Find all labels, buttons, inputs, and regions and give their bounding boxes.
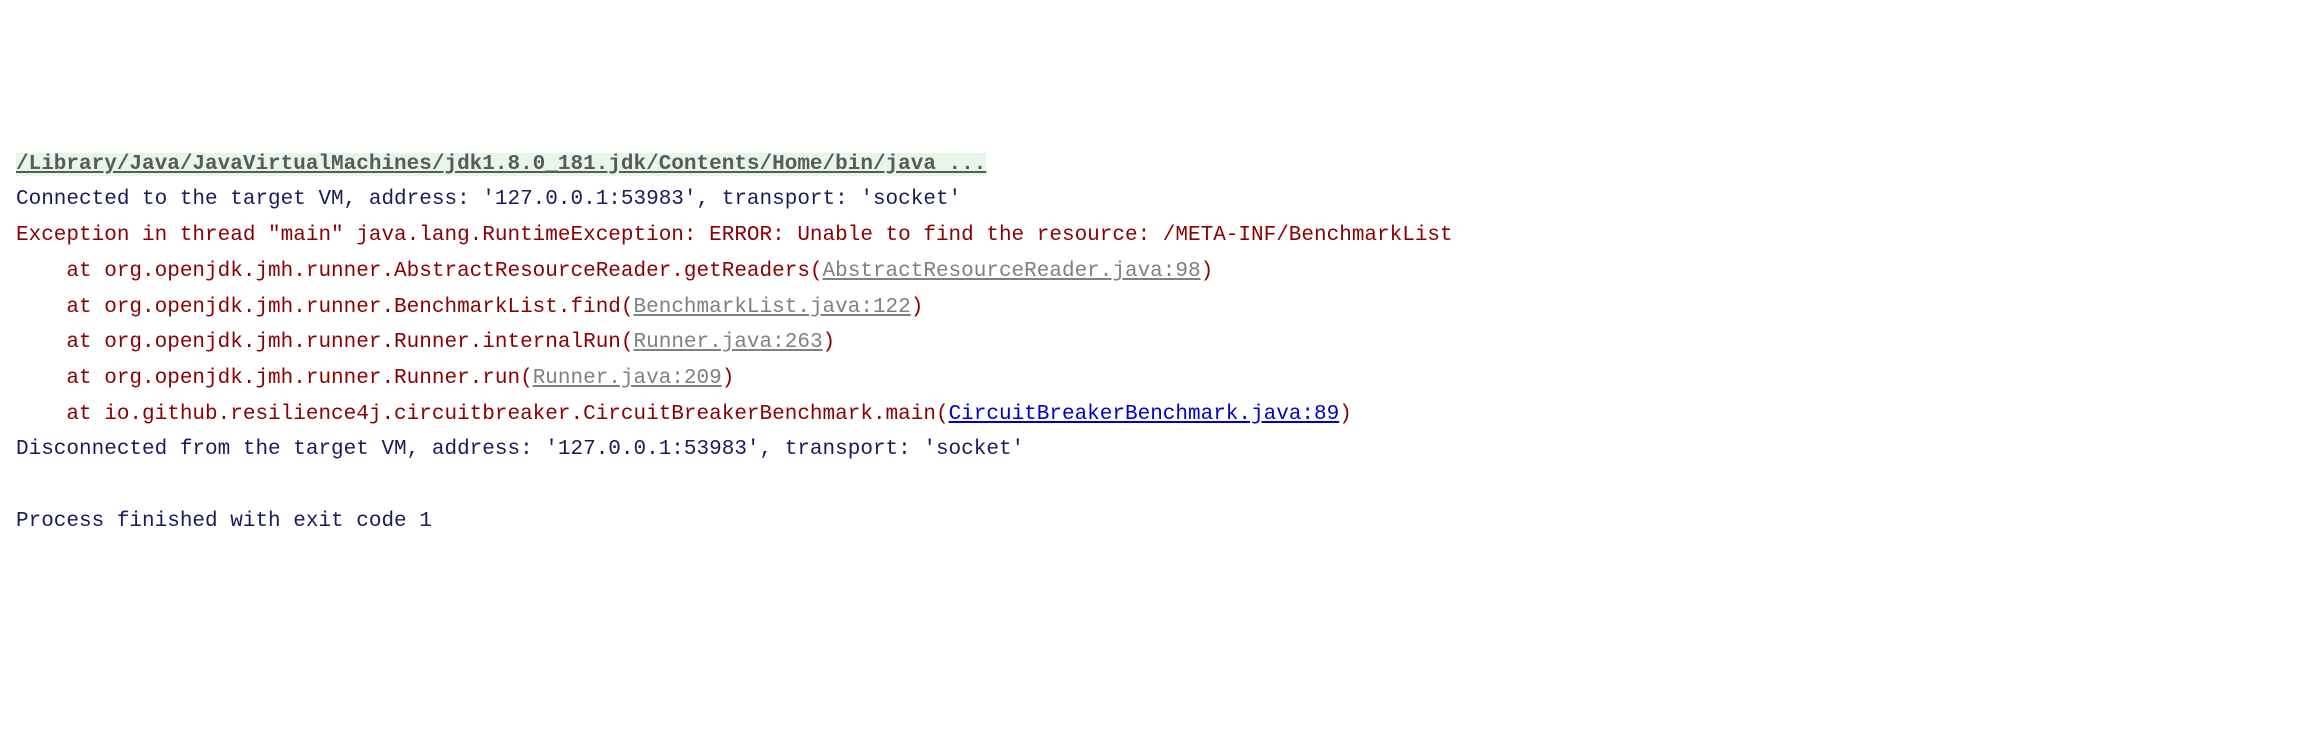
disconnected-message: Disconnected from the target VM, address… <box>16 432 2298 468</box>
stack-frame: at org.openjdk.jmh.runner.Runner.interna… <box>16 325 2298 361</box>
source-link[interactable]: CircuitBreakerBenchmark.java:89 <box>949 403 1340 426</box>
connected-message: Connected to the target VM, address: '12… <box>16 182 2298 218</box>
stack-frame: at io.github.resilience4j.circuitbreaker… <box>16 397 2298 433</box>
stack-frame: at org.openjdk.jmh.runner.Runner.run(Run… <box>16 361 2298 397</box>
exit-message: Process finished with exit code 1 <box>16 504 2298 540</box>
exception-message: Exception in thread "main" java.lang.Run… <box>16 218 2298 254</box>
source-link[interactable]: AbstractResourceReader.java:98 <box>823 260 1201 283</box>
stack-suffix: ) <box>911 296 924 319</box>
stack-suffix: ) <box>823 331 836 354</box>
stack-text: at org.openjdk.jmh.runner.BenchmarkList.… <box>16 296 634 319</box>
stack-suffix: ) <box>1339 403 1352 426</box>
stack-text: at org.openjdk.jmh.runner.Runner.run( <box>16 367 533 390</box>
command-line[interactable]: /Library/Java/JavaVirtualMachines/jdk1.8… <box>16 153 986 176</box>
console-output: /Library/Java/JavaVirtualMachines/jdk1.8… <box>0 143 2314 556</box>
stack-text: at io.github.resilience4j.circuitbreaker… <box>16 403 949 426</box>
stack-frame: at org.openjdk.jmh.runner.AbstractResour… <box>16 254 2298 290</box>
blank-line <box>16 468 2298 504</box>
stack-frame: at org.openjdk.jmh.runner.BenchmarkList.… <box>16 290 2298 326</box>
stack-suffix: ) <box>1201 260 1214 283</box>
stack-suffix: ) <box>722 367 735 390</box>
source-link[interactable]: Runner.java:209 <box>533 367 722 390</box>
source-link[interactable]: Runner.java:263 <box>634 331 823 354</box>
stack-text: at org.openjdk.jmh.runner.Runner.interna… <box>16 331 634 354</box>
stack-text: at org.openjdk.jmh.runner.AbstractResour… <box>16 260 823 283</box>
source-link[interactable]: BenchmarkList.java:122 <box>634 296 911 319</box>
